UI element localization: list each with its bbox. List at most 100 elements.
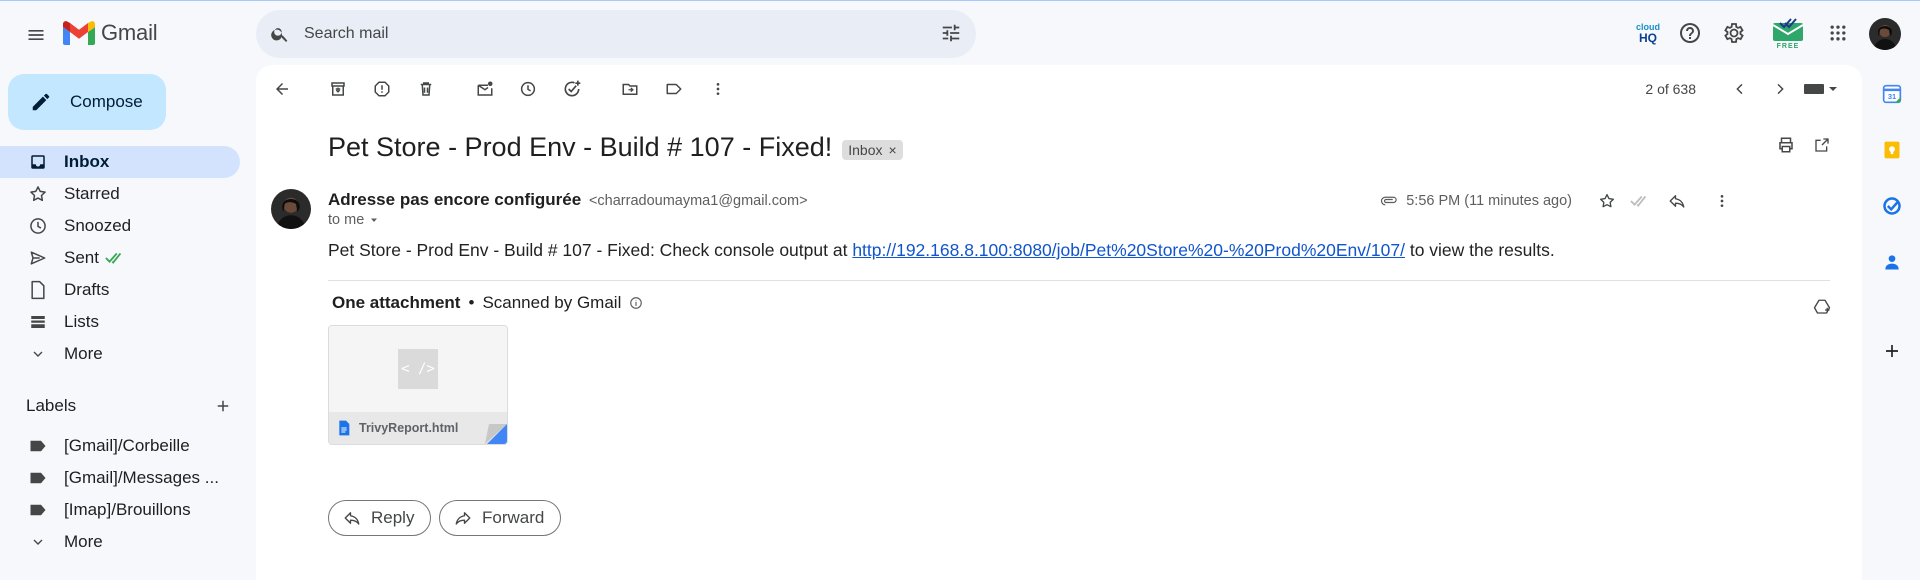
older-chevron-right-icon[interactable]	[1764, 73, 1796, 105]
star-icon	[28, 184, 48, 204]
save-to-drive-icon[interactable]	[1806, 291, 1838, 323]
pencil-icon	[32, 93, 50, 111]
sidebar-item-lists[interactable]: Lists	[0, 306, 240, 338]
email-subject: Pet Store - Prod Env - Build # 107 - Fix…	[328, 132, 833, 162]
labels-heading: Labels	[26, 396, 77, 415]
sidebar-item-label: Starred	[64, 184, 120, 203]
forward-button[interactable]: Forward	[439, 500, 562, 536]
sidebar-item-snoozed[interactable]: Snoozed	[0, 210, 240, 242]
forward-label: Forward	[482, 508, 545, 527]
label-item-corbeille[interactable]: [Gmail]/Corbeille	[0, 430, 240, 462]
inbox-icon	[28, 153, 48, 171]
snooze-clock-icon[interactable]	[512, 73, 544, 105]
archive-icon[interactable]	[322, 73, 354, 105]
inbox-label-chip[interactable]: Inbox ×	[842, 139, 903, 160]
email-subject-row: Pet Store - Prod Env - Build # 107 - Fix…	[328, 132, 903, 163]
attachment-card[interactable]: < /> TrivyReport.html	[328, 325, 508, 445]
app-name: Gmail	[101, 20, 158, 45]
caret-down-icon	[371, 218, 378, 222]
addon-badge: FREE	[1776, 42, 1800, 50]
sent-double-check-icon	[105, 251, 125, 265]
reply-button[interactable]: Reply	[328, 500, 432, 536]
sender-line: Adresse pas encore configurée <charradou…	[328, 190, 808, 210]
send-icon	[28, 248, 48, 268]
sidebar-item-label: More	[64, 344, 103, 363]
back-arrow-icon[interactable]	[266, 73, 298, 105]
sender-avatar[interactable]	[271, 189, 311, 229]
chevron-down-icon	[28, 534, 48, 550]
svg-text:31: 31	[1888, 92, 1896, 101]
forward-icon	[455, 512, 471, 525]
labels-more[interactable]: More	[0, 526, 240, 558]
message-view: 2 of 638 Pet Store - Prod Env - Build # …	[256, 65, 1862, 580]
label-name: [Gmail]/Messages ...	[64, 468, 219, 487]
gmail-m-icon	[63, 21, 95, 45]
inbox-chip-label: Inbox	[848, 141, 883, 158]
google-keep-icon[interactable]	[1876, 134, 1908, 166]
read-receipt-check-icon[interactable]	[1630, 194, 1650, 208]
google-tasks-icon[interactable]	[1876, 190, 1908, 222]
sidebar-item-starred[interactable]: Starred	[0, 178, 240, 210]
sidebar-item-sent[interactable]: Sent	[0, 242, 240, 274]
recipient-details[interactable]: to me	[328, 212, 380, 228]
delete-trash-icon[interactable]	[410, 73, 442, 105]
star-icon[interactable]	[1598, 192, 1616, 210]
sidebar-item-more[interactable]: More	[0, 338, 240, 370]
attachment-filename: TrivyReport.html	[359, 421, 459, 435]
more-options-icon[interactable]	[702, 73, 734, 105]
sender-name[interactable]: Adresse pas encore configurée	[328, 190, 581, 209]
sidebar-nav: Inbox Starred Snoozed Sent Drafts Lists …	[0, 146, 240, 370]
reply-arrow-icon[interactable]	[1668, 192, 1686, 210]
add-to-tasks-icon[interactable]	[556, 73, 588, 105]
input-tools-keyboard-icon[interactable]	[1796, 73, 1848, 105]
search-options-icon[interactable]	[940, 22, 962, 44]
google-contacts-icon[interactable]	[1876, 246, 1908, 278]
apps-grid-icon[interactable]	[1818, 13, 1858, 53]
info-icon[interactable]	[629, 296, 643, 310]
recipient-text: to me	[328, 212, 365, 228]
cloudhq-icon[interactable]: cloud HQ	[1628, 13, 1668, 53]
sender-email: <charradoumayma1@gmail.com>	[588, 193, 808, 209]
remove-label-icon[interactable]: ×	[888, 142, 896, 158]
search-icon[interactable]	[270, 24, 290, 44]
print-icon[interactable]	[1770, 129, 1802, 161]
gmail-logo[interactable]: Gmail	[63, 20, 158, 46]
sidebar-item-label: Snoozed	[64, 216, 132, 235]
attachment-paperclip-icon	[1380, 195, 1398, 207]
email-body: Pet Store - Prod Env - Build # 107 - Fix…	[328, 240, 1555, 261]
add-addon-plus-icon[interactable]	[1876, 335, 1908, 367]
compose-button[interactable]: Compose	[8, 74, 166, 130]
attachments-heading: One attachment	[332, 293, 461, 312]
add-label-icon[interactable]	[214, 397, 232, 415]
settings-gear-icon[interactable]	[1714, 13, 1754, 53]
open-new-window-icon[interactable]	[1806, 129, 1838, 161]
reply-label: Reply	[371, 508, 415, 527]
account-avatar[interactable]	[1869, 18, 1901, 50]
search-input[interactable]	[304, 25, 904, 43]
label-item-brouillons[interactable]: [Imap]/Brouillons	[0, 494, 240, 526]
move-to-folder-icon[interactable]	[614, 73, 646, 105]
mark-unread-icon[interactable]	[469, 73, 501, 105]
compose-label: Compose	[70, 92, 143, 111]
main-menu-button[interactable]	[16, 15, 56, 55]
body-text-prefix: Pet Store - Prod Env - Build # 107 - Fix…	[328, 240, 848, 260]
document-icon	[337, 420, 351, 436]
labels-list: [Gmail]/Corbeille [Gmail]/Messages ... […	[0, 430, 240, 558]
code-file-icon: < />	[398, 349, 438, 389]
search-bar[interactable]	[256, 10, 976, 58]
sidebar-item-inbox[interactable]: Inbox	[0, 146, 240, 178]
label-name: [Gmail]/Corbeille	[64, 436, 190, 455]
google-calendar-icon[interactable]: 31	[1876, 78, 1908, 110]
message-more-options-icon[interactable]	[1714, 193, 1730, 209]
label-item-messages[interactable]: [Gmail]/Messages ...	[0, 462, 240, 494]
sidebar-item-drafts[interactable]: Drafts	[0, 274, 240, 306]
label-icon[interactable]	[658, 73, 690, 105]
mailtrack-addon[interactable]: FREE	[1766, 13, 1810, 53]
labels-header: Labels	[26, 396, 232, 416]
label-tag-icon	[28, 503, 48, 517]
report-spam-icon[interactable]	[366, 73, 398, 105]
console-output-link[interactable]: http://192.168.8.100:8080/job/Pet%20Stor…	[852, 240, 1405, 260]
sidebar-item-label: Drafts	[64, 280, 110, 299]
help-icon[interactable]	[1670, 13, 1710, 53]
newer-chevron-left-icon[interactable]	[1724, 73, 1756, 105]
